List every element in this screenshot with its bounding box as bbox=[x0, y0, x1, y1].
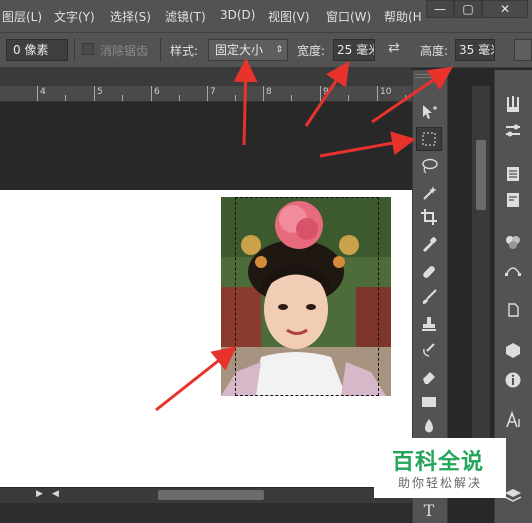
arrow-to-style bbox=[233, 58, 258, 146]
annotation-arrows bbox=[155, 58, 453, 412]
arrow-to-height bbox=[371, 66, 453, 124]
arrow-to-marquee-tool bbox=[319, 131, 416, 158]
arrow-to-photo bbox=[155, 346, 237, 412]
arrow-to-width bbox=[304, 61, 350, 127]
